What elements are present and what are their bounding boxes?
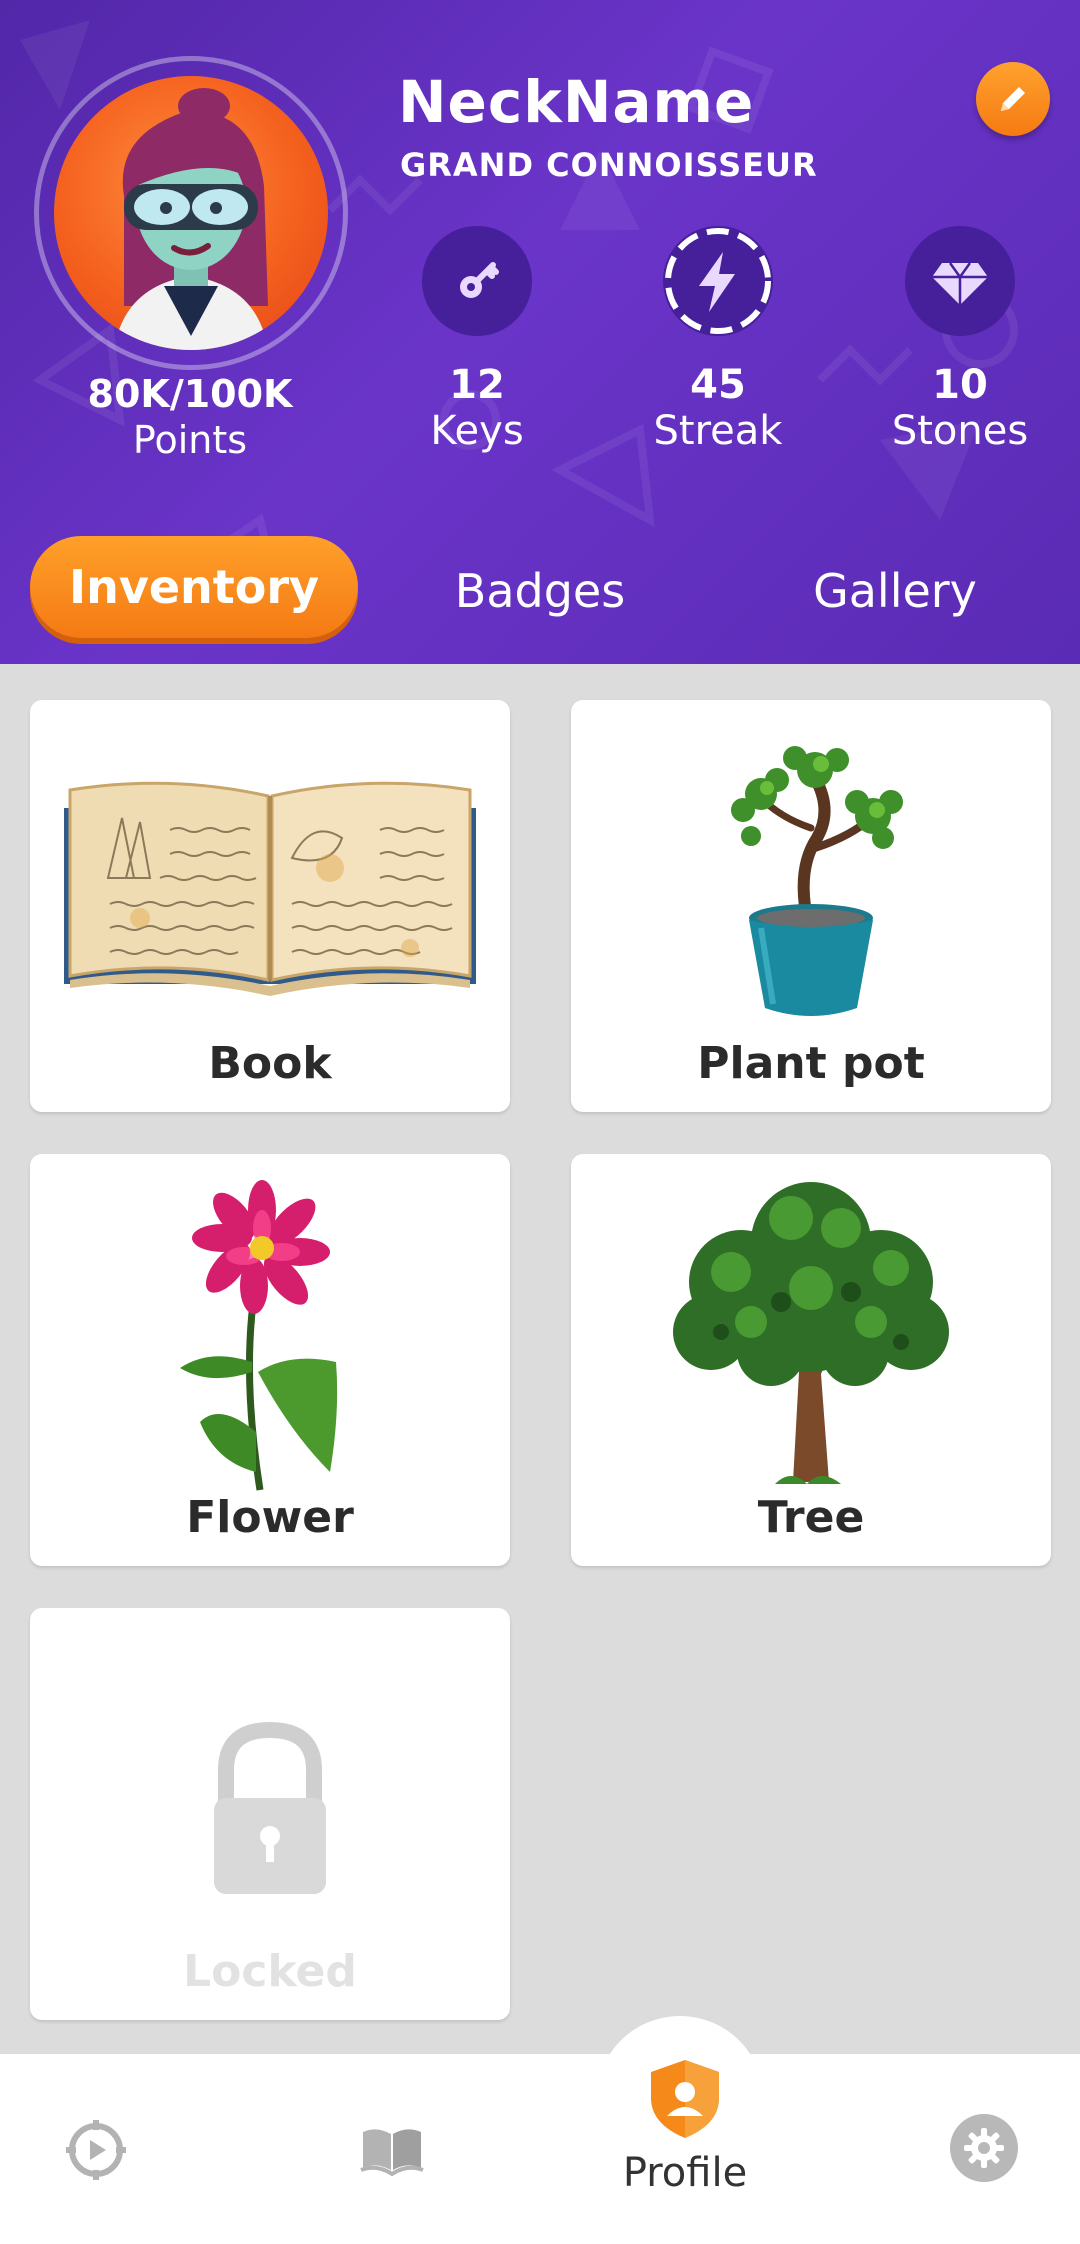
points-value: 80K/100K	[87, 372, 293, 416]
flower-icon	[180, 1180, 338, 1491]
stat-label: Streak	[653, 408, 783, 454]
lightning-icon	[663, 226, 773, 336]
stat-label: Keys	[430, 408, 524, 454]
nav-library[interactable]	[352, 2110, 432, 2190]
nav-profile-label[interactable]: Profile	[580, 2150, 790, 2196]
stat-streak: 45 Streak	[618, 226, 818, 454]
bottom-navigation	[0, 2054, 1080, 2244]
open-book-icon	[360, 2129, 424, 2177]
inventory-item-flower[interactable]: Flower	[30, 1154, 510, 1566]
user-rank-title: GRAND CONNOISSEUR	[400, 146, 818, 184]
tree-icon	[673, 1182, 949, 1484]
avatar[interactable]	[54, 76, 328, 350]
inventory-item-locked: Locked	[30, 1608, 510, 2020]
item-name: Locked	[183, 1946, 357, 1997]
tab-badges[interactable]: Badges	[430, 556, 650, 626]
target-icon	[66, 2120, 126, 2180]
item-name: Book	[208, 1038, 332, 1089]
stat-label: Stones	[891, 408, 1029, 454]
gem-icon	[905, 226, 1015, 336]
lock-icon	[214, 1721, 326, 1894]
tab-inventory[interactable]: Inventory	[30, 536, 358, 638]
inventory-item-tree[interactable]: Tree	[571, 1154, 1051, 1566]
stat-keys: 12 Keys	[377, 226, 577, 454]
stat-value: 45	[690, 362, 746, 408]
inventory-item-book[interactable]: Book	[30, 700, 510, 1112]
tab-gallery[interactable]: Gallery	[790, 556, 1000, 626]
avatar-illustration	[114, 88, 268, 350]
stat-value: 12	[449, 362, 505, 408]
username: NeckName	[398, 68, 755, 136]
plant-pot-icon	[731, 746, 903, 1016]
gear-icon	[964, 2128, 1004, 2168]
nav-settings[interactable]	[950, 2114, 1018, 2182]
nav-profile[interactable]	[640, 2054, 730, 2144]
pencil-icon	[1001, 87, 1025, 111]
edit-profile-button[interactable]	[976, 62, 1050, 136]
stat-value: 10	[932, 362, 988, 408]
item-name: Tree	[757, 1492, 865, 1543]
points-label: Points	[132, 418, 248, 462]
nav-explore[interactable]	[56, 2110, 136, 2190]
shield-user-icon	[651, 2060, 719, 2138]
stat-stones: 10 Stones	[860, 226, 1060, 454]
item-name: Plant pot	[697, 1038, 925, 1089]
item-name: Flower	[186, 1492, 354, 1543]
book-icon	[64, 781, 476, 996]
key-icon	[422, 226, 532, 336]
inventory-item-plant-pot[interactable]: Plant pot	[571, 700, 1051, 1112]
